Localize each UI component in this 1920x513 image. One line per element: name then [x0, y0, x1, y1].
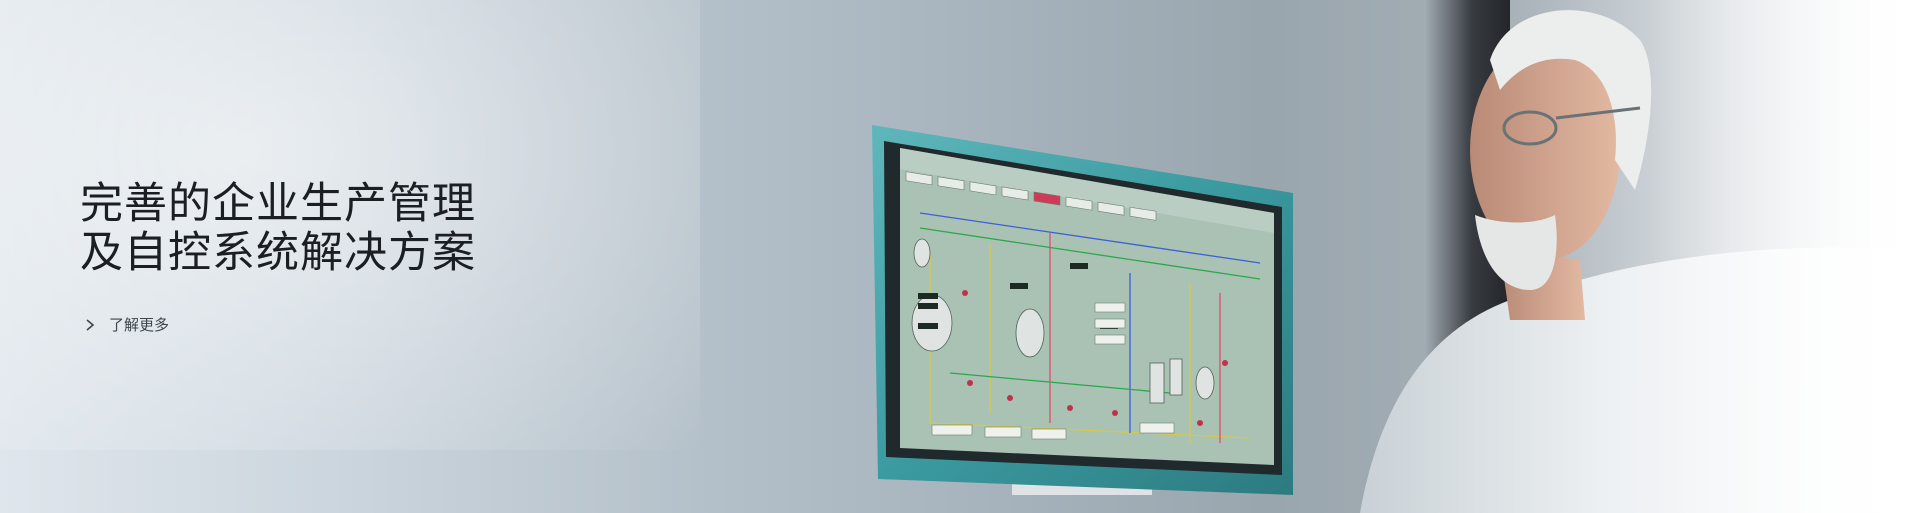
monitor-image — [872, 125, 1293, 495]
engineer-image — [1360, 0, 1920, 513]
headline-line-2: 及自控系统解决方案 — [80, 228, 476, 278]
headline-line-1: 完善的企业生产管理 — [80, 179, 476, 229]
hero-banner: 完善的企业生产管理 及自控系统解决方案 了解更多 — [0, 0, 1920, 513]
learn-more-link[interactable]: 了解更多 — [83, 314, 169, 335]
banner-headline: 完善的企业生产管理 及自控系统解决方案 — [80, 180, 476, 278]
learn-more-label: 了解更多 — [109, 316, 170, 334]
chevron-right-icon — [83, 318, 97, 332]
